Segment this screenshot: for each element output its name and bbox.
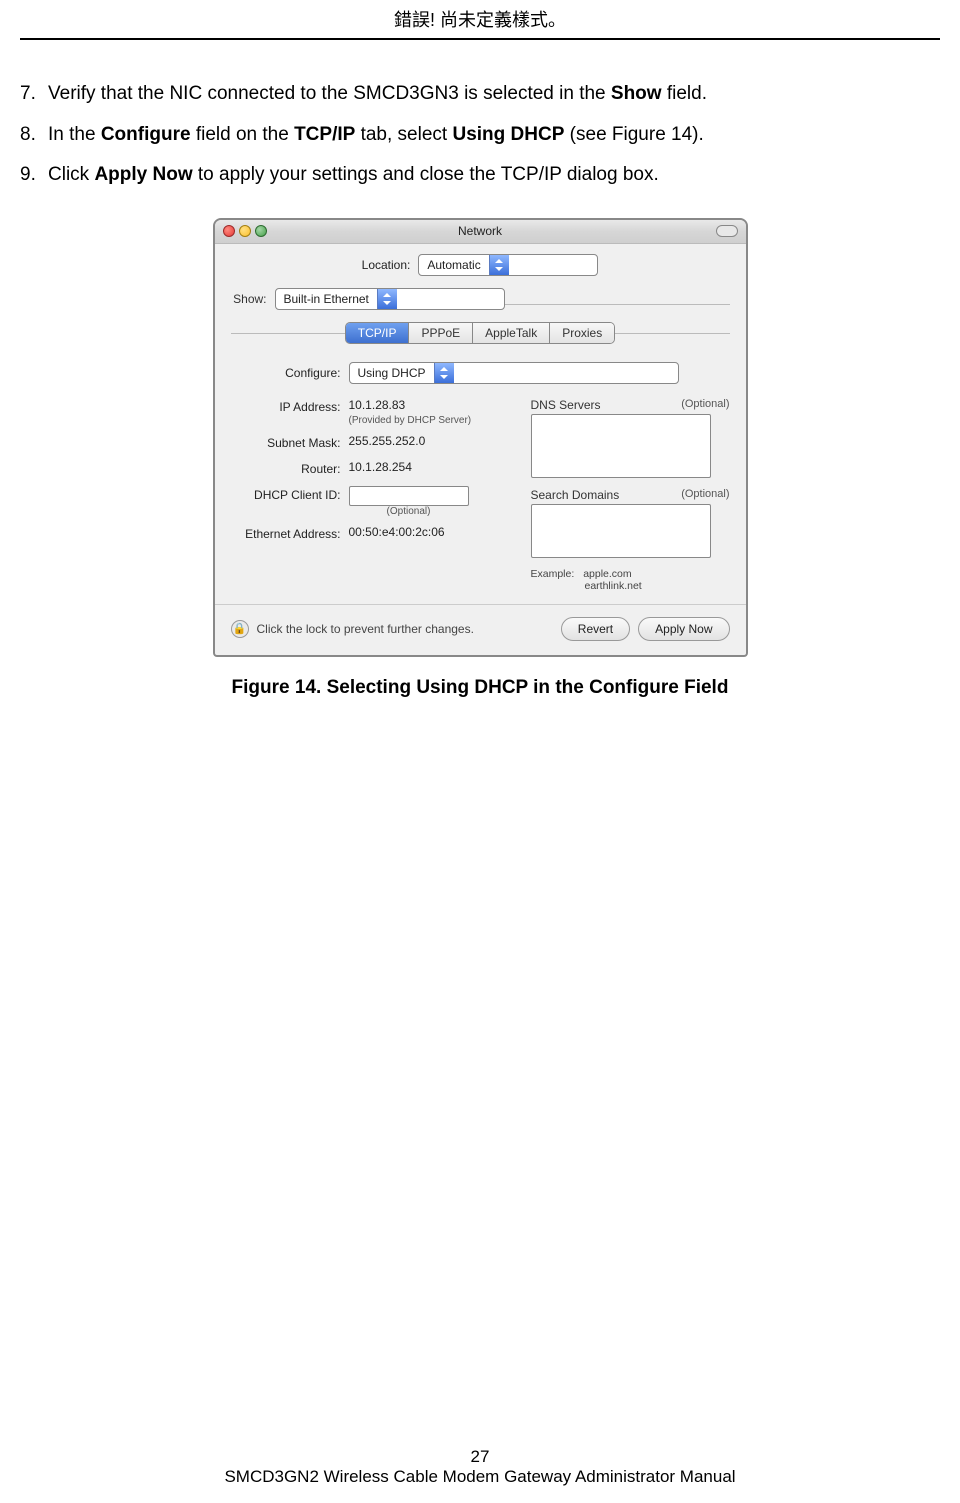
network-window: Network Location: Automatic Show: Built-… [213,218,748,657]
header-rule [20,38,940,40]
chevron-updown-icon [434,363,454,383]
text: In the [48,124,101,145]
dhcp-client-id-label: DHCP Client ID: [231,486,349,502]
network-tabs: TCP/IP PPPoE AppleTalk Proxies [345,322,615,344]
header-error-title: 錯誤! 尚未定義樣式。 [20,0,940,38]
text: Verify that the NIC connected to the SMC… [48,83,611,104]
tabs-wrap: TCP/IP PPPoE AppleTalk Proxies [215,316,746,354]
window-titlebar: Network [215,220,746,244]
text: 10.1.28.83 [349,398,406,412]
step-9-text: Click Apply Now to apply your settings a… [48,161,659,190]
dhcp-client-id-input[interactable] [349,486,469,506]
text: Example: [531,568,581,580]
tab-proxies[interactable]: Proxies [550,323,614,343]
left-column: IP Address: 10.1.28.83 (Provided by DHCP… [231,398,517,592]
ethernet-address-label: Ethernet Address: [231,525,349,541]
figure-14: Network Location: Automatic Show: Built-… [20,218,940,699]
text: to apply your settings and close the TCP… [193,164,659,185]
step-8-text: In the Configure field on the TCP/IP tab… [48,121,704,150]
location-label: Location: [362,258,419,272]
configure-select[interactable]: Using DHCP [349,362,679,384]
tab-pppoe[interactable]: PPPoE [409,323,473,343]
location-value: Automatic [419,258,488,272]
divider [505,304,730,305]
window-title: Network [215,224,746,238]
configure-value: Using DHCP [350,366,434,380]
page-footer: 27 SMCD3GN2 Wireless Cable Modem Gateway… [0,1447,960,1487]
optional-label: (Optional) [681,488,729,502]
show-value: Built-in Ethernet [276,292,377,306]
hint-text: (Provided by DHCP Server) [349,415,472,426]
apply-now-button[interactable]: Apply Now [638,617,729,641]
right-column: DNS Servers (Optional) Search Domains (O… [531,398,730,592]
tab-tcpip[interactable]: TCP/IP [346,323,410,343]
manual-title: SMCD3GN2 Wireless Cable Modem Gateway Ad… [0,1467,960,1487]
chevron-updown-icon [377,289,397,309]
step-number: 9. [20,161,48,190]
ip-address-label: IP Address: [231,398,349,414]
text: field on the [191,124,295,145]
router-label: Router: [231,460,349,476]
text-bold: Apply Now [94,164,192,185]
text: tab, select [355,124,452,145]
text: Click [48,164,94,185]
text: field. [662,83,707,104]
step-number: 7. [20,80,48,109]
page-number: 27 [0,1447,960,1467]
search-domains-textarea[interactable] [531,504,711,558]
step-number: 8. [20,121,48,150]
optional-label: (Optional) [681,398,729,412]
revert-button[interactable]: Revert [561,617,630,641]
text: apple.com [583,568,631,580]
chevron-updown-icon [489,255,509,275]
step-8: 8. In the Configure field on the TCP/IP … [20,121,940,150]
location-select[interactable]: Automatic [418,254,598,276]
step-7-text: Verify that the NIC connected to the SMC… [48,80,707,109]
window-footer: 🔒 Click the lock to prevent further chan… [215,604,746,655]
configure-label: Configure: [231,366,349,380]
lock-text: Click the lock to prevent further change… [257,622,553,636]
text-bold: TCP/IP [294,124,355,145]
subnet-mask-value: 255.255.252.0 [349,434,426,448]
text: (see Figure 14). [564,124,703,145]
text-bold: Show [611,83,662,104]
show-label: Show: [231,292,275,306]
show-select[interactable]: Built-in Ethernet [275,288,505,310]
text-bold: Using DHCP [452,124,564,145]
example-text: Example: apple.com earthlink.net [531,568,730,592]
hint-text: (Optional) [349,506,469,517]
text-bold: Configure [101,124,191,145]
router-value: 10.1.28.254 [349,460,412,474]
tcpip-panel: Configure: Using DHCP IP Address: 10.1.2… [215,354,746,600]
dns-servers-textarea[interactable] [531,414,711,478]
figure-caption: Figure 14. Selecting Using DHCP in the C… [232,677,729,699]
ethernet-address-value: 00:50:e4:00:2c:06 [349,525,445,539]
ip-address-value: 10.1.28.83 (Provided by DHCP Server) [349,398,472,426]
dns-servers-label: DNS Servers [531,398,601,412]
instruction-steps: 7. Verify that the NIC connected to the … [20,80,940,190]
lock-icon[interactable]: 🔒 [231,620,249,638]
tab-appletalk[interactable]: AppleTalk [473,323,550,343]
text: earthlink.net [531,580,642,592]
step-7: 7. Verify that the NIC connected to the … [20,80,940,109]
subnet-mask-label: Subnet Mask: [231,434,349,450]
step-9: 9. Click Apply Now to apply your setting… [20,161,940,190]
search-domains-label: Search Domains [531,488,620,502]
